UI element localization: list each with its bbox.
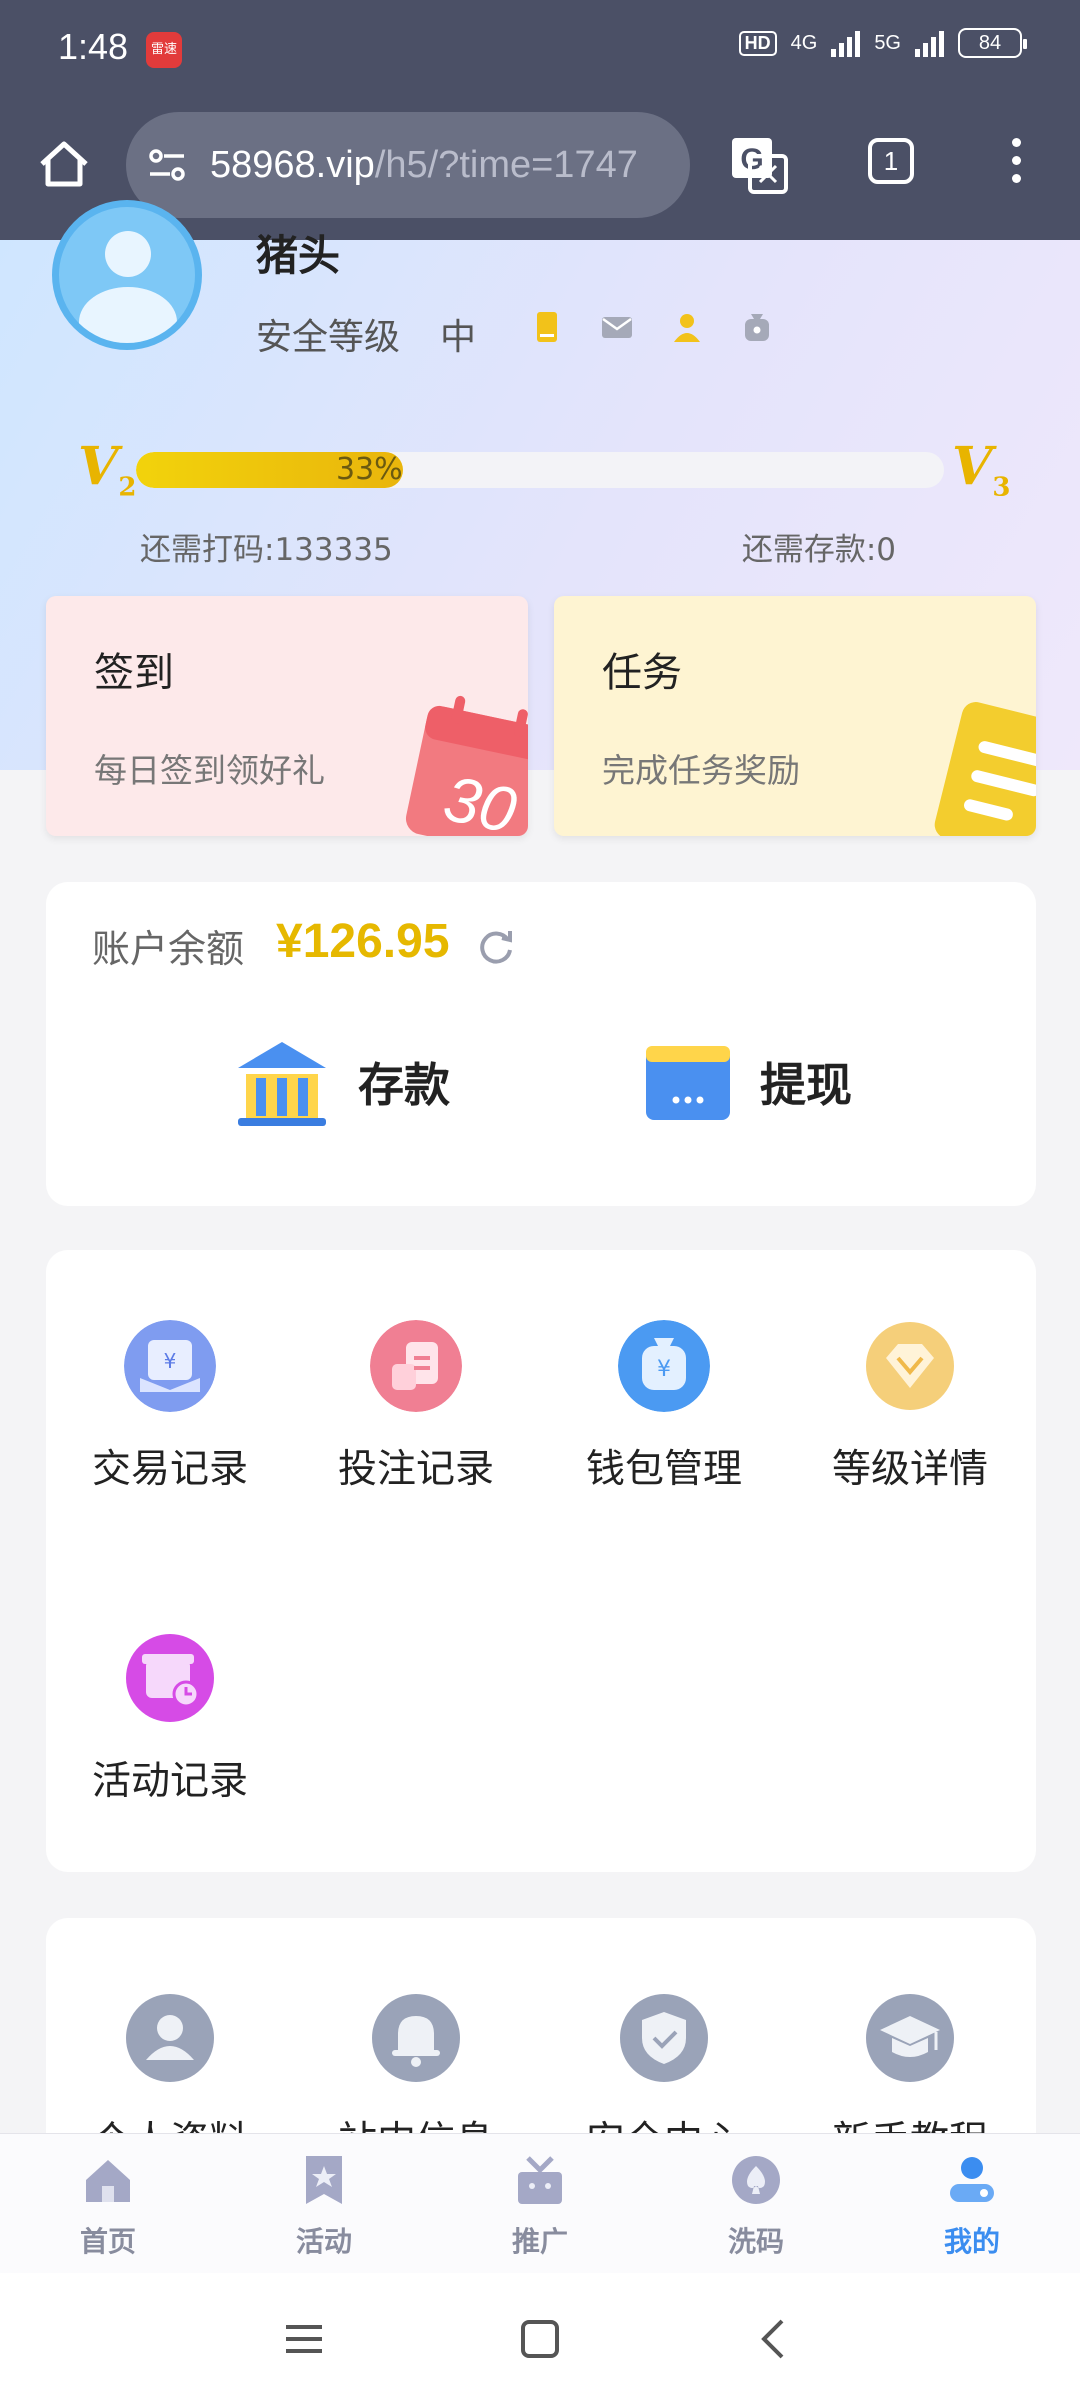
wallet-lock-icon[interactable] bbox=[740, 310, 774, 344]
profile-icon bbox=[126, 1994, 214, 2082]
back-icon[interactable] bbox=[752, 2317, 796, 2361]
transaction-record-icon: ¥ bbox=[124, 1320, 216, 1412]
tab-label: 推广 bbox=[511, 2225, 568, 2258]
shield-icon bbox=[620, 1994, 708, 2082]
tab-activity[interactable]: 活动 bbox=[254, 2152, 394, 2260]
mail-icon[interactable] bbox=[600, 310, 634, 344]
menu-label: 投注记录 bbox=[337, 1447, 494, 1492]
security-level-label: 安全等级 bbox=[256, 317, 401, 358]
network-5g-label: 5G bbox=[874, 31, 901, 54]
user-icon bbox=[950, 2157, 994, 2202]
recent-apps-icon[interactable] bbox=[282, 2317, 326, 2361]
username: 猪头 bbox=[256, 231, 341, 280]
phone-icon[interactable] bbox=[530, 310, 564, 344]
bottom-tab-bar: 首页 活动 推广 洗码 我的 bbox=[0, 2133, 1080, 2273]
battery-icon: 84 bbox=[958, 28, 1027, 58]
activity-record-icon bbox=[126, 1634, 214, 1722]
address-bar[interactable]: 58968.vip/h5/?time=1747 bbox=[126, 112, 690, 218]
deposit-button[interactable]: 存款 bbox=[232, 1032, 450, 1132]
activity-star-icon bbox=[306, 2156, 342, 2204]
menu-item-transaction-record[interactable]: ¥ 交易记录 bbox=[70, 1320, 270, 1494]
menu-label: 等级详情 bbox=[831, 1447, 988, 1492]
signin-card[interactable]: 签到 每日签到领好礼 30 bbox=[46, 596, 528, 836]
signin-subtitle: 每日签到领好礼 bbox=[94, 751, 325, 790]
tab-mine[interactable]: 我的 bbox=[902, 2152, 1042, 2260]
spade-chip-icon bbox=[732, 2156, 780, 2204]
menu-item-activity-record[interactable]: 活动记录 bbox=[70, 1632, 270, 1806]
tab-switcher-button[interactable]: 1 bbox=[868, 138, 914, 184]
vip-progress-text: 33% bbox=[336, 452, 403, 487]
system-navigation-bar bbox=[0, 2273, 1080, 2400]
balance-value: ¥126.95 bbox=[276, 915, 450, 968]
withdraw-label: 提现 bbox=[760, 1058, 852, 1112]
more-menu-icon[interactable] bbox=[1004, 138, 1028, 194]
calendar-icon: 30 bbox=[405, 695, 528, 836]
need-bet-text: 还需打码:133335 bbox=[140, 532, 393, 568]
signal-icon bbox=[831, 29, 861, 57]
tab-label: 洗码 bbox=[727, 2225, 784, 2258]
records-menu-panel: ¥ 交易记录 投注记录 ¥ 钱包管理 等级详情 活动记录 bbox=[46, 1250, 1036, 1872]
svg-text:¥: ¥ bbox=[657, 1357, 671, 1382]
menu-label: 钱包管理 bbox=[585, 1447, 742, 1492]
vip-current-badge: V2 bbox=[78, 436, 137, 503]
avatar[interactable] bbox=[52, 200, 202, 350]
url-text[interactable]: 58968.vip/h5/?time=1747 bbox=[210, 144, 638, 187]
bell-icon bbox=[372, 1994, 460, 2082]
menu-item-level-detail[interactable]: 等级详情 bbox=[810, 1320, 1010, 1494]
task-title: 任务 bbox=[602, 650, 682, 696]
tab-home[interactable]: 首页 bbox=[38, 2152, 178, 2260]
tab-label: 首页 bbox=[79, 2225, 136, 2258]
notification-app-icon: 雷速 bbox=[146, 32, 182, 68]
signal-icon bbox=[915, 29, 944, 57]
menu-label: 活动记录 bbox=[91, 1759, 248, 1804]
task-subtitle: 完成任务奖励 bbox=[602, 751, 800, 790]
vip-next-badge: V3 bbox=[952, 436, 1011, 503]
url-path: /h5/?time=1747 bbox=[374, 143, 638, 186]
level-diamond-icon bbox=[866, 1322, 954, 1410]
refresh-icon[interactable] bbox=[476, 926, 516, 966]
home-icon[interactable] bbox=[36, 136, 92, 192]
hd-voice-icon: HD bbox=[738, 30, 777, 56]
tab-rebate[interactable]: 洗码 bbox=[686, 2152, 826, 2260]
tab-label: 活动 bbox=[295, 2225, 352, 2258]
signin-title: 签到 bbox=[94, 650, 174, 696]
balance-label: 账户余额 bbox=[92, 927, 245, 971]
menu-label: 交易记录 bbox=[91, 1447, 248, 1492]
wallet-icon: ¥ bbox=[618, 1320, 710, 1412]
home-icon bbox=[86, 2160, 130, 2202]
graduation-cap-icon bbox=[866, 1994, 954, 2082]
task-card[interactable]: 任务 完成任务奖励 bbox=[554, 596, 1036, 836]
tab-promotion[interactable]: 推广 bbox=[470, 2152, 610, 2260]
translate-icon[interactable]: G bbox=[728, 134, 790, 196]
status-time: 1:48 bbox=[58, 26, 129, 67]
bank-icon bbox=[238, 1042, 326, 1126]
tab-label: 我的 bbox=[943, 2225, 1000, 2258]
bet-record-icon bbox=[370, 1320, 462, 1412]
site-settings-icon[interactable] bbox=[146, 144, 188, 186]
security-icons bbox=[530, 310, 774, 344]
menu-item-bet-record[interactable]: 投注记录 bbox=[316, 1320, 516, 1494]
deposit-label: 存款 bbox=[358, 1058, 450, 1112]
status-bar: 1:48 雷速 HD 4G 5G 84 bbox=[0, 0, 1080, 100]
task-notepad-icon bbox=[934, 702, 1036, 836]
withdraw-button[interactable]: 提现 bbox=[642, 1032, 852, 1132]
status-indicators: HD 4G 5G 84 bbox=[738, 28, 1027, 58]
need-deposit-text: 还需存款:0 bbox=[741, 532, 896, 568]
svg-text:¥: ¥ bbox=[164, 1349, 177, 1373]
network-4g-label: 4G bbox=[790, 31, 818, 54]
user-verify-icon[interactable] bbox=[670, 310, 704, 344]
gift-promo-icon bbox=[518, 2156, 562, 2204]
balance-panel: 账户余额 ¥126.95 存款 提现 bbox=[46, 882, 1036, 1206]
menu-item-wallet[interactable]: ¥ 钱包管理 bbox=[564, 1320, 764, 1494]
url-host: 58968.vip bbox=[210, 143, 375, 186]
security-level-value: 中 bbox=[440, 317, 477, 358]
vip-progress-bar bbox=[136, 452, 944, 488]
card-icon bbox=[646, 1046, 730, 1120]
home-button-icon[interactable] bbox=[518, 2317, 562, 2361]
